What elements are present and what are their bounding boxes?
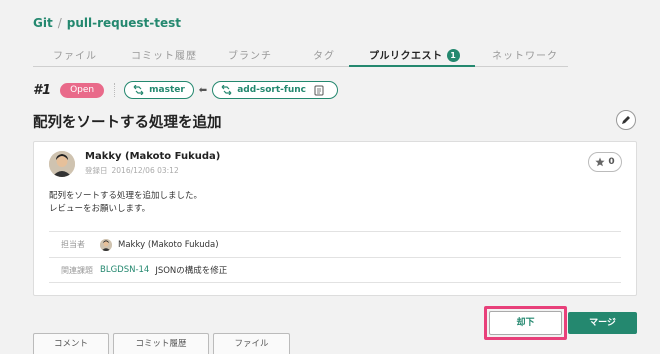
description-line: 配列をソートする処理を追加しました。 xyxy=(49,191,203,201)
properties-table: 担当者 Makky (Makoto Fukuda) 関連課題 BLGDSN-14… xyxy=(49,231,621,283)
pencil-icon xyxy=(622,116,630,124)
copy-branch-icon[interactable] xyxy=(314,85,329,96)
pull-request-description-card: Makky (Makoto Fukuda) 登録日 2016/12/06 03:1… xyxy=(33,141,637,296)
tab-network[interactable]: ネットワーク xyxy=(492,47,558,62)
assignee-label: 担当者 xyxy=(61,240,85,249)
branch-icon xyxy=(133,85,144,95)
tab-tags[interactable]: タグ xyxy=(313,47,335,62)
target-branch-name: master xyxy=(149,85,185,95)
pull-request-count-badge: 1 xyxy=(446,49,460,62)
breadcrumb: Git / pull-request-test xyxy=(33,16,181,30)
star-count: 0 xyxy=(608,157,615,167)
edit-button[interactable] xyxy=(616,110,636,130)
comment-meta: 登録日 2016/12/06 03:12 xyxy=(85,165,179,176)
description-line: レビューをお願いします。 xyxy=(49,204,151,214)
tab-comments[interactable]: コメント xyxy=(33,333,109,354)
related-issue-row: 関連課題 BLGDSN-14 JSONの構成を修正 xyxy=(49,257,621,283)
tab-files[interactable]: ファイル xyxy=(53,47,97,62)
reject-button[interactable]: 却下 xyxy=(489,311,562,335)
issue-key-link[interactable]: BLGDSN-14 xyxy=(100,265,149,275)
star-icon xyxy=(595,157,605,167)
tab-pull-requests[interactable]: プルリクエスト 1 xyxy=(369,47,460,62)
status-badge: Open xyxy=(60,82,105,98)
breadcrumb-project-link[interactable]: Git xyxy=(33,16,53,30)
tab-files-changed[interactable]: ファイル xyxy=(213,333,290,354)
tab-pull-requests-label: プルリクエスト xyxy=(369,51,443,62)
tab-commit-history[interactable]: コミット履歴 xyxy=(131,47,197,62)
merge-direction-arrow-icon: ⬅ xyxy=(198,84,208,96)
target-branch[interactable]: master xyxy=(124,81,194,99)
page-title: 配列をソートする処理を追加 xyxy=(33,115,222,131)
issue-title: JSONの構成を修正 xyxy=(155,266,228,276)
assignee-value: Makky (Makoto Fukuda) xyxy=(100,238,219,251)
source-branch-name: add-sort-func xyxy=(237,85,306,95)
repo-tabs: ファイル コミット履歴 ブランチ タグ プルリクエスト 1 ネットワーク xyxy=(33,40,568,67)
avatar xyxy=(100,238,112,251)
divider xyxy=(114,83,116,97)
star-button[interactable]: 0 xyxy=(588,152,622,172)
related-issue-value: BLGDSN-14 JSONの構成を修正 xyxy=(100,264,227,276)
active-tab-indicator xyxy=(349,65,475,67)
comment-author[interactable]: Makky (Makoto Fukuda) xyxy=(85,151,220,162)
breadcrumb-separator: / xyxy=(57,16,62,30)
created-label: 登録日 xyxy=(85,166,108,175)
assignee-row: 担当者 Makky (Makoto Fukuda) xyxy=(49,231,621,257)
avatar[interactable] xyxy=(49,151,75,177)
tab-commits[interactable]: コミット履歴 xyxy=(113,333,209,354)
description-body: 配列をソートする処理を追加しました。 レビューをお願いします。 xyxy=(49,190,202,216)
pull-request-header: #1 Open master ⬅ add-sort-func xyxy=(33,81,338,99)
assignee-name: Makky (Makoto Fukuda) xyxy=(118,239,219,250)
tab-branches[interactable]: ブランチ xyxy=(228,47,272,62)
source-branch[interactable]: add-sort-func xyxy=(212,81,338,99)
merge-button[interactable]: マージ xyxy=(568,312,637,334)
created-date: 2016/12/06 03:12 xyxy=(111,166,179,175)
breadcrumb-repo-link[interactable]: pull-request-test xyxy=(67,16,181,30)
pull-request-number: #1 xyxy=(33,82,52,98)
branch-icon xyxy=(221,85,232,95)
related-issue-label: 関連課題 xyxy=(61,265,93,275)
